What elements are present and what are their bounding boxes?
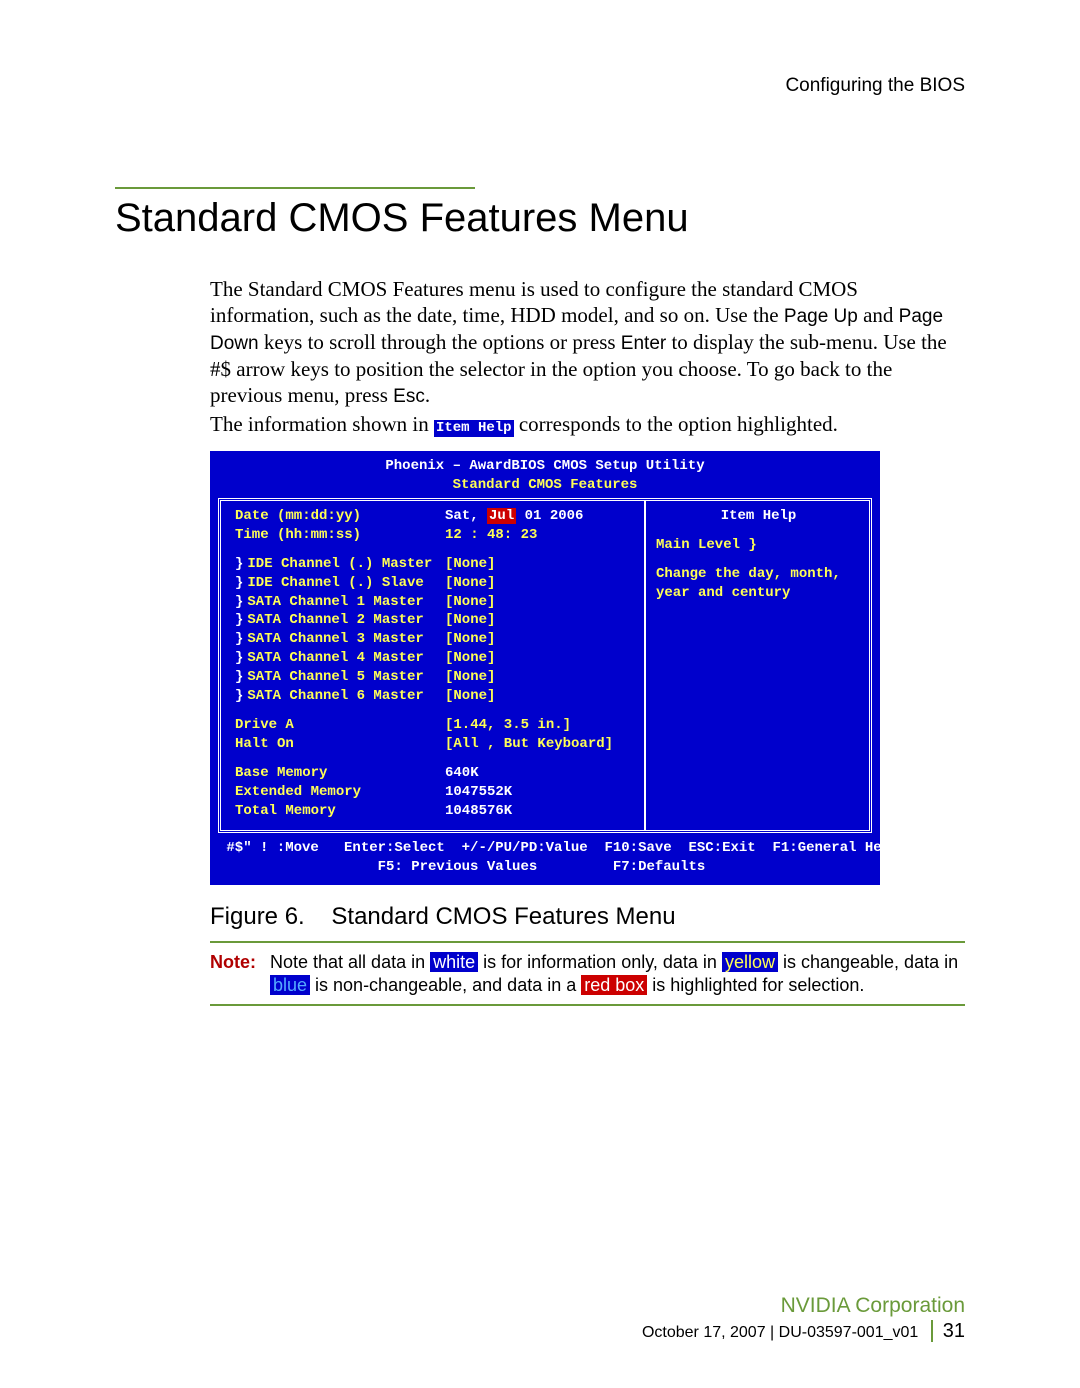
memory-row: Base Memory640K [235, 764, 634, 783]
memory-label: Base Memory [235, 764, 445, 783]
help-level: Main Level } [656, 536, 861, 555]
bios-left-panel: Date (mm:dd:yy) Sat, Jul 01 2006 Time (h… [221, 501, 646, 830]
figure-caption: Figure 6. Standard CMOS Features Menu [210, 903, 965, 931]
drive-a-label: Drive A [235, 716, 445, 735]
channel-row[interactable]: }IDE Channel (.) Master[None] [235, 555, 634, 574]
bios-footer: #$" ! :Move Enter:Select +/-/PU/PD:Value… [218, 839, 872, 877]
channel-value: [None] [445, 668, 495, 687]
bios-title: Phoenix – AwardBIOS CMOS Setup Utility [218, 457, 872, 476]
channel-value: [None] [445, 611, 495, 630]
channel-label: SATA Channel 1 Master [247, 594, 423, 610]
footer-docline: October 17, 2007 | DU-03597-001_v01 [642, 1324, 918, 1341]
channel-row[interactable]: }SATA Channel 4 Master[None] [235, 649, 634, 668]
halt-on-value[interactable]: [All , But Keyboard] [445, 735, 613, 754]
page-number: 31 [931, 1320, 965, 1342]
channel-label: SATA Channel 5 Master [247, 669, 423, 685]
drive-a-value[interactable]: [1.44, 3.5 in.] [445, 716, 571, 735]
channel-value: [None] [445, 649, 495, 668]
channel-value: [None] [445, 630, 495, 649]
memory-row: Extended Memory1047552K [235, 783, 634, 802]
help-text: Change the day, month, year and century [656, 565, 861, 603]
item-help-inline: Item Help [434, 420, 514, 438]
channel-value: [None] [445, 593, 495, 612]
bios-frame: Date (mm:dd:yy) Sat, Jul 01 2006 Time (h… [218, 498, 872, 833]
memory-value: 640K [445, 764, 479, 783]
bios-subtitle: Standard CMOS Features [218, 476, 872, 495]
memory-label: Total Memory [235, 802, 445, 821]
channel-label: SATA Channel 6 Master [247, 688, 423, 704]
date-label: Date (mm:dd:yy) [235, 507, 445, 526]
channel-row[interactable]: }IDE Channel (.) Slave[None] [235, 574, 634, 593]
note-text: Note that all data in white is for infor… [270, 951, 965, 996]
channel-row[interactable]: }SATA Channel 6 Master[None] [235, 687, 634, 706]
channel-row[interactable]: }SATA Channel 3 Master[None] [235, 630, 634, 649]
item-help-title: Item Help [656, 507, 861, 526]
channel-value: [None] [445, 687, 495, 706]
page-footer: NVIDIA Corporation October 17, 2007 | DU… [642, 1294, 965, 1343]
channel-label: IDE Channel (.) Slave [247, 575, 423, 591]
channel-label: SATA Channel 3 Master [247, 631, 423, 647]
section-rule [115, 187, 475, 189]
halt-on-label: Halt On [235, 735, 445, 754]
memory-row: Total Memory1048576K [235, 802, 634, 821]
body-paragraphs: The Standard CMOS Features menu is used … [210, 276, 965, 437]
time-label: Time (hh:mm:ss) [235, 526, 445, 545]
memory-value: 1048576K [445, 802, 512, 821]
bios-screenshot: Phoenix – AwardBIOS CMOS Setup Utility S… [210, 451, 880, 885]
channel-value: [None] [445, 574, 495, 593]
section-title: Standard CMOS Features Menu [115, 195, 965, 241]
time-value[interactable]: 12 : 48: 23 [445, 526, 537, 545]
date-month-selected[interactable]: Jul [487, 508, 516, 524]
bios-help-panel: Item Help Main Level } Change the day, m… [646, 501, 869, 830]
channel-row[interactable]: }SATA Channel 5 Master[None] [235, 668, 634, 687]
note-block: Note: Note that all data in white is for… [210, 941, 965, 1006]
memory-value: 1047552K [445, 783, 512, 802]
channel-value: [None] [445, 555, 495, 574]
channel-row[interactable]: }SATA Channel 1 Master[None] [235, 593, 634, 612]
channel-row[interactable]: }SATA Channel 2 Master[None] [235, 611, 634, 630]
channel-label: SATA Channel 2 Master [247, 612, 423, 628]
memory-label: Extended Memory [235, 783, 445, 802]
channel-label: SATA Channel 4 Master [247, 650, 423, 666]
footer-brand: NVIDIA Corporation [642, 1294, 965, 1318]
channel-label: IDE Channel (.) Master [247, 556, 432, 572]
paragraph-2: The information shown in Item Help corre… [210, 411, 965, 438]
note-label: Note: [210, 951, 270, 996]
running-header: Configuring the BIOS [115, 75, 965, 97]
paragraph-1: The Standard CMOS Features menu is used … [210, 276, 965, 409]
